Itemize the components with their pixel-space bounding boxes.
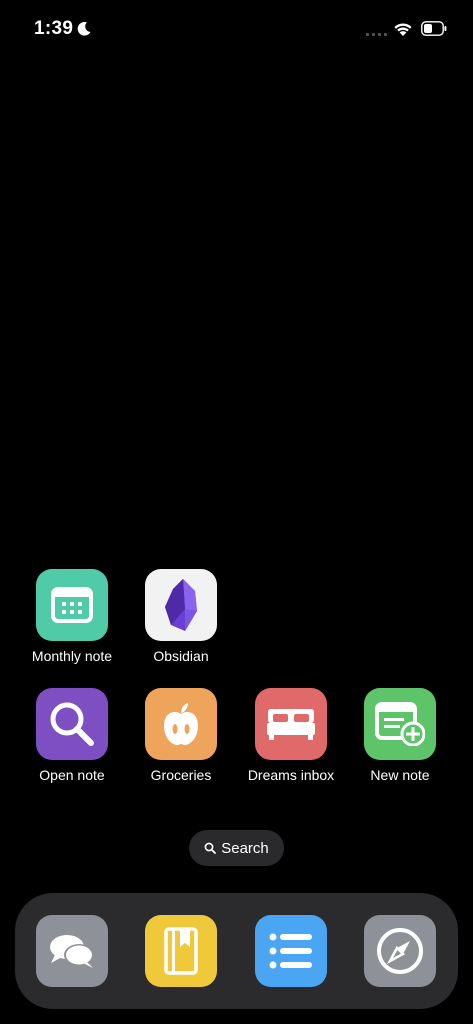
search-button[interactable]: Search	[189, 830, 284, 866]
home-screen: 1:39 Monthly note Obsidian Open note Gro…	[0, 0, 473, 1024]
moon-icon	[77, 22, 91, 36]
dock	[15, 893, 458, 1009]
calendar-icon	[36, 569, 108, 641]
compass-icon[interactable]	[364, 915, 436, 987]
apple-icon	[145, 688, 217, 760]
search-icon	[204, 842, 217, 854]
app-label: Monthly note	[31, 648, 113, 664]
search-label: Search	[221, 839, 269, 857]
status-bar: 1:39	[0, 0, 473, 60]
app-label: Open note	[39, 767, 105, 783]
cellular-signal-icon	[366, 33, 387, 36]
messages-bubbles-icon[interactable]	[36, 915, 108, 987]
bookmark-book-icon[interactable]	[145, 915, 217, 987]
bed-icon	[255, 688, 327, 760]
app-dreams-inbox[interactable]: Dreams inbox	[236, 688, 346, 783]
new-note-icon	[364, 688, 436, 760]
obsidian-crystal-icon	[145, 569, 217, 641]
app-obsidian[interactable]: Obsidian	[126, 569, 236, 664]
magnifier-icon	[36, 688, 108, 760]
app-label: Groceries	[150, 767, 212, 783]
app-groceries[interactable]: Groceries	[126, 688, 236, 783]
wifi-icon	[394, 23, 412, 36]
app-new-note[interactable]: New note	[345, 688, 455, 783]
app-label: Dreams inbox	[247, 767, 335, 783]
battery-icon	[421, 21, 447, 36]
app-label: Obsidian	[153, 648, 209, 664]
app-open-note[interactable]: Open note	[17, 688, 127, 783]
status-time: 1:39	[34, 18, 74, 39]
app-label: New note	[370, 767, 430, 783]
list-icon[interactable]	[255, 915, 327, 987]
app-monthly-note[interactable]: Monthly note	[17, 569, 127, 664]
